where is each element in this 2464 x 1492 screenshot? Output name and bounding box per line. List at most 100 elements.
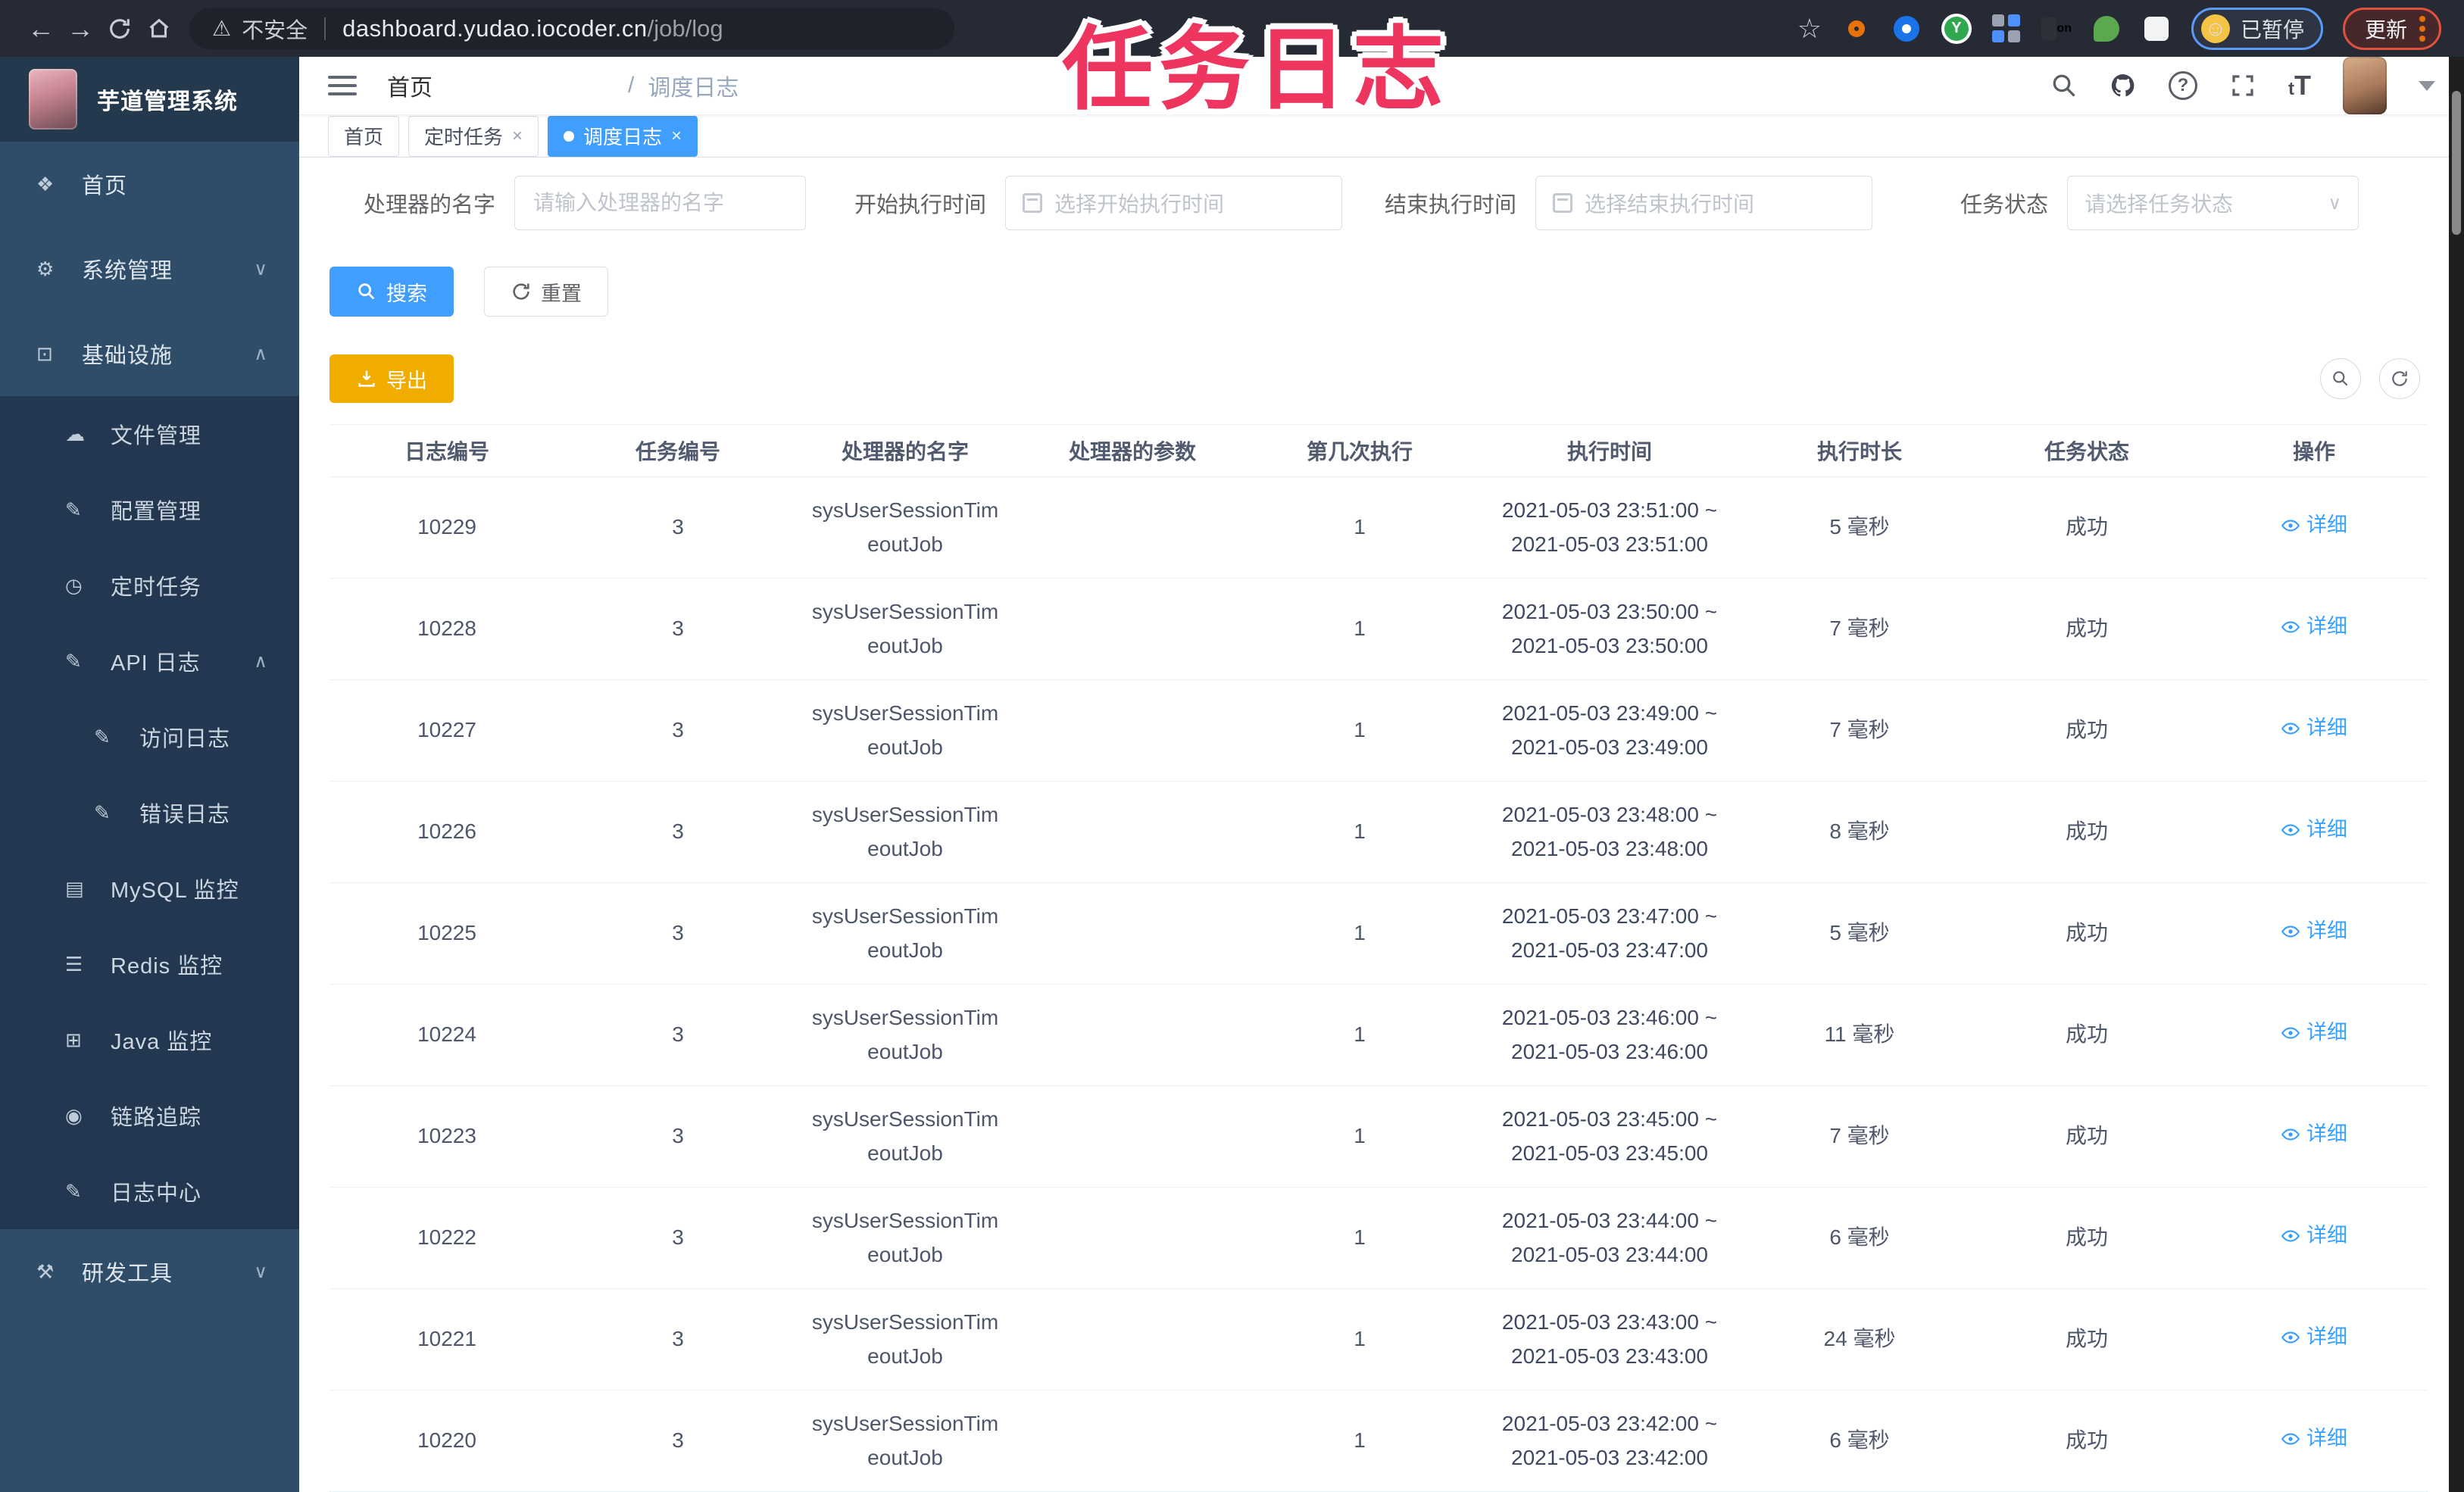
handler-name-input[interactable] [514, 176, 807, 230]
extension-pin-icon[interactable] [1891, 14, 1922, 44]
detail-link[interactable]: 详细 [2281, 712, 2347, 744]
table-row: 10222 3 sysUserSessionTim eoutJob 1 2021-05-0… [329, 1188, 2428, 1289]
search-icon[interactable] [2050, 72, 2078, 99]
search-form: 处理器的名字 开始执行时间 选择开始执行时间 结束执行时间 选择结束执行时间 [329, 176, 2434, 230]
sidebar-item-label: MySQL 监控 [111, 879, 239, 903]
reset-button[interactable]: 重置 [484, 267, 608, 317]
detail-link[interactable]: 详细 [2281, 915, 2347, 947]
sidebar-item-api-log[interactable]: ✎ API 日志 ∧ [0, 623, 299, 699]
log-center-icon: ✎ [65, 1179, 82, 1203]
app-logo[interactable]: 芋道管理系统 [0, 57, 299, 142]
update-label: 更新 [2364, 17, 2407, 42]
docs-help-icon[interactable]: ? [2169, 71, 2197, 100]
browser-back-icon[interactable]: ← [21, 9, 61, 48]
detail-link[interactable]: 详细 [2281, 610, 2347, 643]
scheduled-tasks-icon: ◷ [65, 573, 83, 597]
tab-scheduled-tasks[interactable]: 定时任务 × [408, 115, 539, 157]
search-button[interactable]: 搜索 [329, 267, 454, 317]
col-handler-name: 处理器的名字 [841, 440, 969, 464]
sidebar-item-file-management[interactable]: ☁ 文件管理 [0, 396, 299, 472]
extension-on-badge-icon[interactable]: on [2041, 14, 2072, 44]
col-status: 任务状态 [2044, 440, 2129, 464]
browser-reload-icon[interactable] [100, 9, 139, 48]
sidebar-item-error-log[interactable]: ✎ 错误日志 [0, 775, 299, 851]
eye-icon [2281, 1027, 2300, 1039]
sidebar-item-dev-tools[interactable]: ⚒ 研发工具 ∨ [0, 1229, 299, 1314]
collapse-sidebar-icon[interactable] [328, 84, 357, 87]
sidebar-item-config-management[interactable]: ✎ 配置管理 [0, 472, 299, 548]
api-log-icon: ✎ [65, 649, 82, 673]
extension-green-y-icon[interactable]: Y [1941, 13, 1972, 44]
actions-cell: 详细 [2200, 509, 2428, 545]
sidebar-item-label: Java 监控 [111, 1030, 213, 1054]
calendar-icon [1023, 193, 1043, 213]
detail-link[interactable]: 详细 [2281, 1118, 2347, 1150]
status-cell: 成功 [2065, 515, 2108, 539]
sidebar-item-java-monitor[interactable]: ⊞ Java 监控 [0, 1002, 299, 1078]
sidebar-item-mysql-monitor[interactable]: ▤ MySQL 监控 [0, 851, 299, 926]
browser-menu-icon[interactable] [2419, 15, 2425, 42]
end-time-picker[interactable]: 选择结束执行时间 [1535, 176, 1873, 230]
execute-time-cell: 2021-05-03 23:51:00 ~2021-05-03 23:51:00 [1501, 498, 1718, 556]
extension-orange-icon[interactable] [1841, 14, 1872, 44]
sidebar-item-label: 系统管理 [82, 259, 173, 283]
browser-home-icon[interactable] [139, 9, 179, 48]
handler-name-cell: sysUserSessionTim eoutJob [811, 802, 999, 860]
address-bar[interactable]: ⚠ 不安全 dashboard.yudao.iocoder.cn /job/lo… [189, 8, 954, 49]
toggle-search-button[interactable] [2320, 358, 2361, 399]
sidebar-item-scheduled-tasks[interactable]: ◷ 定时任务 [0, 548, 299, 623]
detail-link[interactable]: 详细 [2281, 1016, 2347, 1049]
sidebar-item-infrastructure[interactable]: ⊡ 基础设施 ∧ [0, 311, 299, 396]
actions-cell: 详细 [2200, 813, 2428, 850]
execute-index-cell: 1 [1354, 718, 1366, 742]
fullscreen-icon[interactable] [2229, 72, 2256, 99]
detail-link[interactable]: 详细 [2281, 1321, 2347, 1353]
status-cell: 成功 [2065, 1022, 2108, 1047]
error-log-icon: ✎ [94, 801, 111, 824]
sidebar-item-redis-monitor[interactable]: ☰ Redis 监控 [0, 926, 299, 1002]
col-handler-param: 处理器的参数 [1068, 440, 1196, 464]
refresh-table-button[interactable] [2379, 358, 2420, 399]
export-button[interactable]: 导出 [329, 354, 454, 403]
extension-grid-icon[interactable] [1991, 14, 2022, 44]
sidebar-item-log-center[interactable]: ✎ 日志中心 [0, 1153, 299, 1229]
detail-link[interactable]: 详细 [2281, 1219, 2347, 1252]
col-task-id: 任务编号 [635, 440, 720, 464]
tab-close-icon[interactable]: × [671, 126, 682, 147]
user-avatar[interactable] [2343, 57, 2387, 114]
browser-update-button[interactable]: 更新 [2342, 7, 2441, 50]
tab-job-log[interactable]: 调度日志 × [548, 115, 698, 157]
bookmark-star-icon[interactable]: ☆ [1797, 13, 1822, 45]
detail-link[interactable]: 详细 [2281, 1422, 2347, 1455]
extension-puzzle-icon[interactable] [2141, 14, 2172, 44]
profile-paused-chip[interactable]: ☺ 已暂停 [2191, 7, 2323, 50]
window-scrollbar[interactable] [2449, 57, 2464, 1492]
execute-time-cell: 2021-05-03 23:42:00 ~2021-05-03 23:42:00 [1501, 1411, 1718, 1469]
font-size-icon[interactable]: tT [2288, 70, 2311, 101]
tab-home[interactable]: 首页 [328, 115, 400, 157]
scrollbar-thumb[interactable] [2452, 91, 2461, 235]
profile-emoji-avatar: ☺ [2200, 14, 2230, 43]
start-time-picker[interactable]: 选择开始执行时间 [1005, 176, 1343, 230]
table-row: 10225 3 sysUserSessionTim eoutJob 1 2021-05-0… [329, 883, 2428, 985]
sidebar-item-home[interactable]: ❖ 首页 [0, 142, 299, 226]
sidebar-item-access-log[interactable]: ✎ 访问日志 [0, 699, 299, 775]
app-title: 芋道管理系统 [97, 89, 238, 114]
detail-link[interactable]: 详细 [2281, 813, 2347, 846]
sidebar-item-system-management[interactable]: ⚙ 系统管理 ∨ [0, 226, 299, 311]
duration-cell: 6 毫秒 [1829, 1225, 1890, 1250]
detail-link[interactable]: 详细 [2281, 509, 2347, 542]
active-tab-dot [564, 130, 575, 142]
table-row: 10228 3 sysUserSessionTim eoutJob 1 2021-05-0… [329, 579, 2428, 680]
browser-forward-icon[interactable]: → [61, 9, 100, 48]
redis-monitor-icon: ☰ [65, 952, 83, 975]
breadcrumb-home[interactable]: 首页 [387, 69, 614, 102]
status-select[interactable]: 请选择任务状态 ∨ [2067, 176, 2359, 230]
extension-leaf-icon[interactable] [2091, 14, 2122, 44]
chevron-up-icon: ∧ [254, 651, 267, 672]
user-menu-caret-icon[interactable] [2419, 80, 2435, 91]
start-time-label: 开始执行时间 [854, 193, 987, 217]
tab-close-icon[interactable]: × [512, 126, 523, 147]
github-icon[interactable] [2110, 72, 2137, 99]
sidebar-item-trace[interactable]: ◉ 链路追踪 [0, 1078, 299, 1153]
